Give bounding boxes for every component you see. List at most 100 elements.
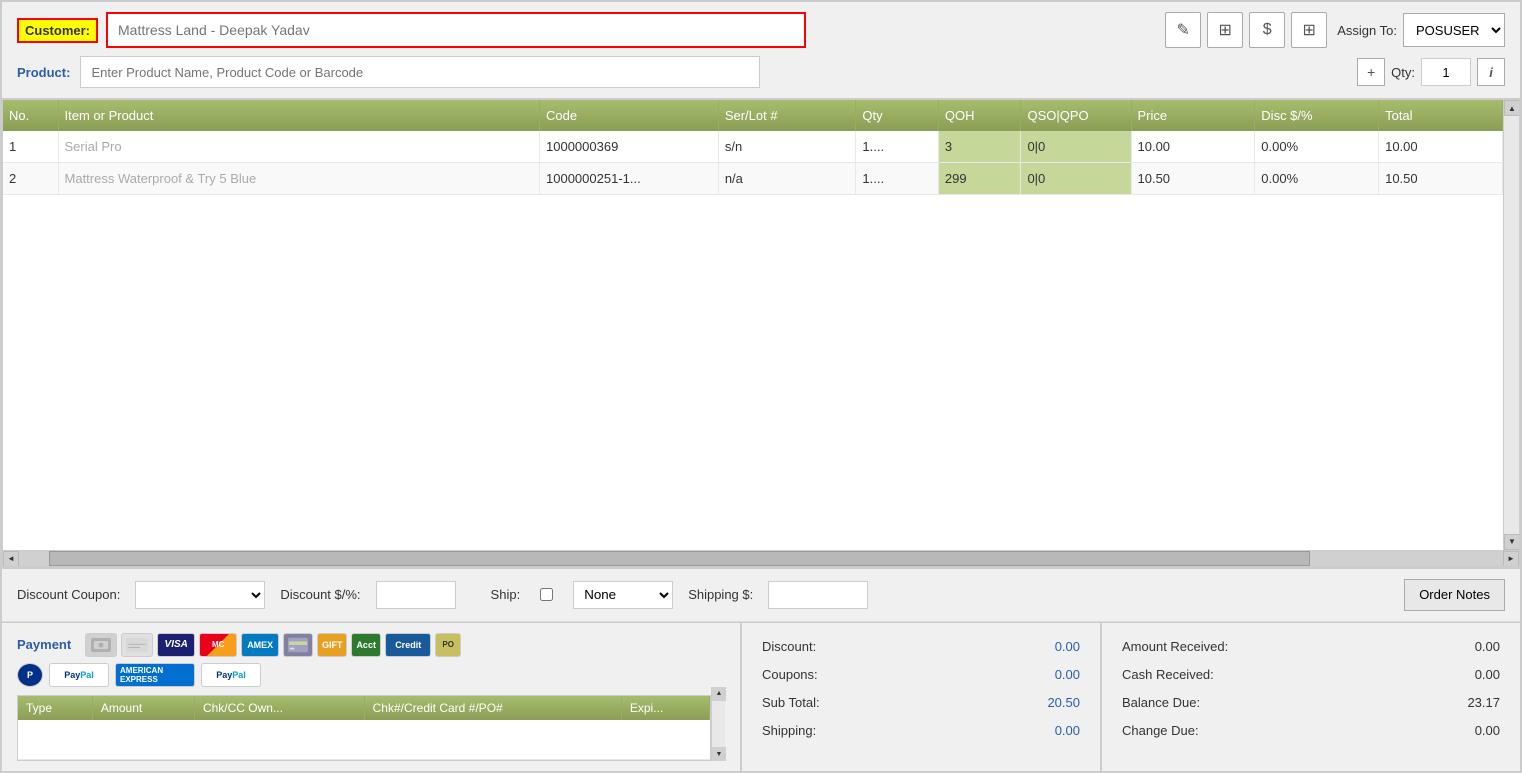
visa-icon[interactable]: VISA bbox=[157, 633, 195, 657]
add-icon: ⊞ bbox=[1219, 20, 1232, 40]
order-notes-button[interactable]: Order Notes bbox=[1404, 579, 1505, 611]
row2-no: 2 bbox=[3, 163, 58, 195]
amex-icon[interactable]: AMEX bbox=[241, 633, 279, 657]
row2-qoh: 299 bbox=[938, 163, 1021, 195]
amount-received-label: Amount Received: bbox=[1122, 639, 1228, 654]
cash-svg bbox=[91, 638, 111, 652]
col-total-header: Total bbox=[1379, 100, 1503, 131]
col-no-header: No. bbox=[3, 100, 58, 131]
right-totals: Amount Received: 0.00 Cash Received: 0.0… bbox=[1102, 623, 1520, 772]
shipping-dollar-label: Shipping $: bbox=[688, 587, 753, 602]
coupons-value: 0.00 bbox=[1055, 667, 1080, 682]
chkowner-col-header: Chk/CC Own... bbox=[194, 696, 364, 720]
edit-icon: ✎ bbox=[1177, 20, 1190, 40]
product-label: Product: bbox=[17, 65, 70, 80]
row1-price: 10.00 bbox=[1131, 131, 1255, 163]
discount-total-value: 0.00 bbox=[1055, 639, 1080, 654]
paypal2-icon[interactable]: PayPal bbox=[201, 663, 261, 687]
coupons-total-row: Coupons: 0.00 bbox=[762, 661, 1080, 689]
scroll-up-button[interactable]: ▲ bbox=[1504, 100, 1519, 116]
row1-total: 10.00 bbox=[1379, 131, 1503, 163]
cc-icon[interactable] bbox=[283, 633, 313, 657]
customer-label: Customer: bbox=[17, 18, 98, 43]
qty-label: Qty: bbox=[1391, 65, 1415, 80]
col-qty-header: Qty bbox=[856, 100, 939, 131]
discount-totals: Discount: 0.00 Coupons: 0.00 Sub Total: … bbox=[742, 623, 1102, 772]
ship-checkbox[interactable] bbox=[540, 588, 553, 601]
check-svg bbox=[126, 636, 148, 654]
scroll-down-button[interactable]: ▼ bbox=[1504, 534, 1519, 550]
coupons-label: Coupons: bbox=[762, 667, 818, 682]
header-right: ✎ ⊞ $ ⊞ Assign To: POSUSER bbox=[1165, 12, 1505, 48]
discount-coupon-label: Discount Coupon: bbox=[17, 587, 120, 602]
expiry-col-header: Expi... bbox=[621, 696, 709, 720]
payment-scroll-up[interactable]: ▲ bbox=[712, 687, 726, 701]
acct-icon[interactable]: Acct bbox=[351, 633, 381, 657]
amex2-icon[interactable]: AMERICAN EXPRESS bbox=[115, 663, 195, 687]
paypal-p-icon[interactable]: P bbox=[17, 663, 43, 687]
row1-no: 1 bbox=[3, 131, 58, 163]
bottom-section: Discount Coupon: Discount $/%: Ship: Non… bbox=[2, 567, 1520, 772]
row1-qoh: 3 bbox=[938, 131, 1021, 163]
h-scroll-track bbox=[19, 551, 1503, 566]
shipping-total-value: 0.00 bbox=[1055, 723, 1080, 738]
cash-icon[interactable] bbox=[85, 633, 117, 657]
table-row[interactable]: 2 Mattress Waterproof & Try 5 Blue 10000… bbox=[3, 163, 1503, 195]
payment-table-container: Type Amount Chk/CC Own... Chk#/Credit Ca… bbox=[17, 687, 725, 762]
assign-label: Assign To: bbox=[1337, 23, 1397, 38]
balance-due-label: Balance Due: bbox=[1122, 695, 1200, 710]
po-icon[interactable]: PO bbox=[435, 633, 461, 657]
col-qso-header: QSO|QPO bbox=[1021, 100, 1131, 131]
info-button[interactable]: i bbox=[1477, 58, 1505, 86]
ship-select[interactable]: None bbox=[573, 581, 673, 609]
shipping-total-label: Shipping: bbox=[762, 723, 816, 738]
dollar-button[interactable]: $ bbox=[1249, 12, 1285, 48]
type-col-header: Type bbox=[18, 696, 92, 720]
grid-icon: ⊞ bbox=[1303, 20, 1316, 40]
discount-pct-label: Discount $/%: bbox=[280, 587, 360, 602]
cash-received-label: Cash Received: bbox=[1122, 667, 1214, 682]
payment-table-header: Type Amount Chk/CC Own... Chk#/Credit Ca… bbox=[18, 696, 710, 720]
qty-input[interactable] bbox=[1421, 58, 1471, 86]
add-button[interactable]: ⊞ bbox=[1207, 12, 1243, 48]
row1-qty: 1.... bbox=[856, 131, 939, 163]
discount-row: Discount Coupon: Discount $/%: Ship: Non… bbox=[2, 569, 1520, 622]
edit-button[interactable]: ✎ bbox=[1165, 12, 1201, 48]
product-input[interactable] bbox=[80, 56, 760, 88]
row2-disc: 0.00% bbox=[1255, 163, 1379, 195]
qty-add-button[interactable]: + bbox=[1357, 58, 1385, 86]
table-row[interactable]: 1 Serial Pro 1000000369 s/n 1.... 3 0|0 … bbox=[3, 131, 1503, 163]
h-scroll-thumb bbox=[49, 551, 1310, 566]
payment-label: Payment bbox=[17, 637, 71, 652]
row2-serlot: n/a bbox=[718, 163, 856, 195]
row1-item: Serial Pro bbox=[58, 131, 539, 163]
grid-button[interactable]: ⊞ bbox=[1291, 12, 1327, 48]
discount-total-row: Discount: 0.00 bbox=[762, 633, 1080, 661]
customer-input[interactable] bbox=[106, 12, 806, 48]
amount-col-header: Amount bbox=[92, 696, 194, 720]
payment-table-area: Type Amount Chk/CC Own... Chk#/Credit Ca… bbox=[17, 695, 711, 762]
shipping-total-row: Shipping: 0.00 bbox=[762, 717, 1080, 745]
gift-icon[interactable]: GIFT bbox=[317, 633, 347, 657]
customer-row: Customer: ✎ ⊞ $ ⊞ Assign To: PO bbox=[17, 12, 1505, 48]
shipping-input[interactable] bbox=[768, 581, 868, 609]
discount-total-label: Discount: bbox=[762, 639, 816, 654]
horizontal-scrollbar[interactable]: ◄ ► bbox=[3, 550, 1519, 566]
scroll-right-button[interactable]: ► bbox=[1503, 551, 1519, 567]
subtotal-label: Sub Total: bbox=[762, 695, 820, 710]
assign-select[interactable]: POSUSER bbox=[1403, 13, 1505, 47]
change-due-value: 0.00 bbox=[1475, 723, 1500, 738]
check-icon[interactable] bbox=[121, 633, 153, 657]
vertical-scrollbar[interactable]: ▲ ▼ bbox=[1503, 100, 1519, 550]
discount-coupon-select[interactable] bbox=[135, 581, 265, 609]
paypal-icon[interactable]: PayPal bbox=[49, 663, 109, 687]
discount-pct-input[interactable] bbox=[376, 581, 456, 609]
payment-scrollbar[interactable]: ▲ ▼ bbox=[711, 687, 725, 762]
qty-section: + Qty: i bbox=[1357, 58, 1505, 86]
product-row: Product: + Qty: i bbox=[17, 56, 1505, 88]
payment-scroll-down[interactable]: ▼ bbox=[712, 747, 726, 761]
scroll-left-button[interactable]: ◄ bbox=[3, 551, 19, 567]
credit-icon[interactable]: Credit bbox=[385, 633, 431, 657]
mastercard-icon[interactable]: MC bbox=[199, 633, 237, 657]
cash-received-value: 0.00 bbox=[1475, 667, 1500, 682]
